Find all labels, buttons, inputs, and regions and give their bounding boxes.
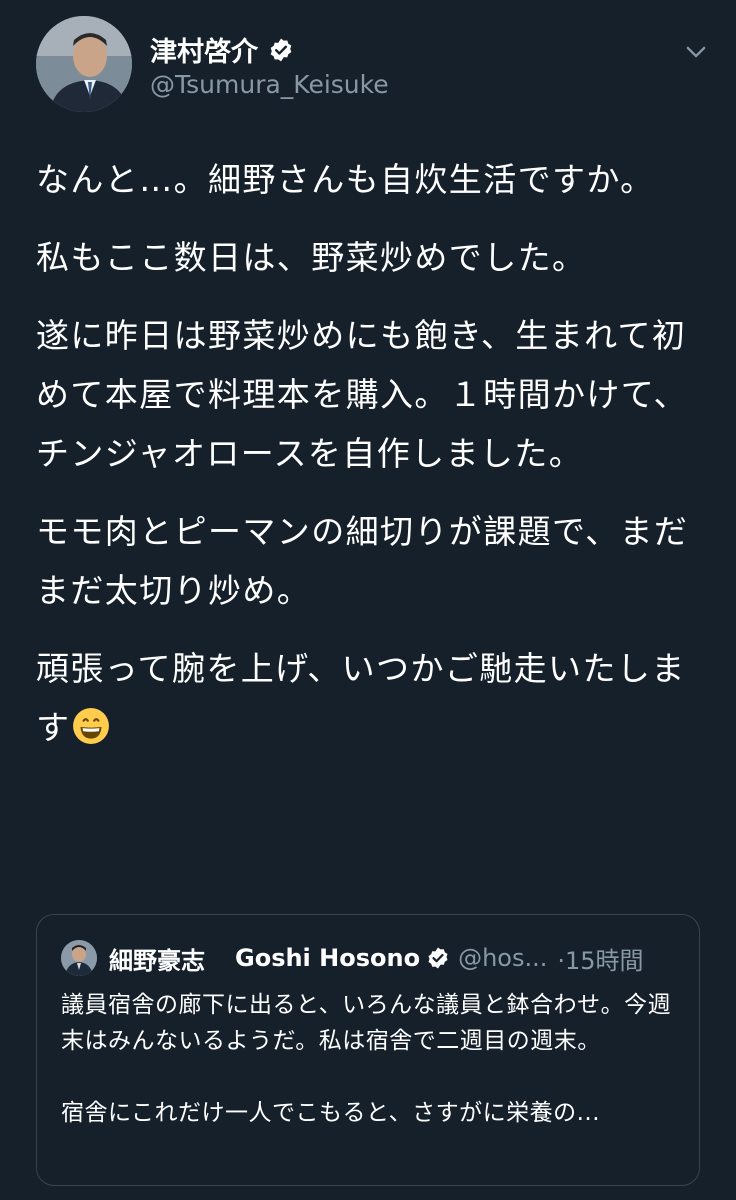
quoted-text: 議員宿舎の廊下に出ると、いろんな議員と鉢合わせ。今週末はみんないるようだ。私は宿… bbox=[61, 987, 681, 1131]
quoted-header: 細野豪志 Goshi Hosono @hos... ·15時間 bbox=[61, 939, 644, 977]
quoted-tweet[interactable]: 細野豪志 Goshi Hosono @hos... ·15時間 議員宿舎の廊下に… bbox=[36, 914, 700, 1186]
tweet-paragraph: 私もここ数日は、野菜炒めでした。 bbox=[36, 238, 587, 277]
grinning-face-icon bbox=[73, 708, 110, 744]
quoted-timestamp: ·15時間 bbox=[557, 946, 644, 975]
tweet-text: なんと…。細野さんも自炊生活ですか。 私もここ数日は、野菜炒めでした。 遂に昨日… bbox=[36, 150, 706, 776]
tweet-paragraph-last: 頑張って腕を上げ、いつかご馳走いたします bbox=[36, 639, 706, 757]
author-handle[interactable]: @Tsumura_Keisuke bbox=[150, 70, 389, 99]
quoted-handle: @hos... bbox=[458, 944, 548, 972]
quoted-name-english: Goshi Hosono bbox=[235, 944, 421, 972]
verified-badge-icon bbox=[428, 947, 448, 969]
tweet-paragraph: 遂に昨日は野菜炒めにも飽き、生まれて初めて本屋で料理本を購入。１時間かけて、チン… bbox=[36, 316, 688, 473]
quoted-avatar bbox=[61, 940, 97, 976]
verified-badge-icon bbox=[270, 38, 292, 61]
author-avatar[interactable] bbox=[36, 16, 132, 112]
tweet-paragraph: モモ肉とピーマンの細切りが課題で、まだまだ太切り炒め。 bbox=[36, 512, 689, 610]
author-name[interactable]: 津村啓介 bbox=[150, 30, 258, 69]
tweet-header: 津村啓介 @Tsumura_Keisuke bbox=[36, 16, 716, 116]
tweet-paragraph-text: 頑張って腕を上げ、いつかご馳走いたします bbox=[36, 649, 686, 747]
quoted-name-japanese: 細野豪志 bbox=[109, 946, 205, 975]
quoted-paragraph-truncated: 宿舎にこれだけ一人でこもると、さすがに栄養の... bbox=[61, 1100, 601, 1126]
chevron-down-icon[interactable] bbox=[682, 38, 710, 66]
tweet-paragraph: なんと…。細野さんも自炊生活ですか。 bbox=[36, 160, 655, 199]
quoted-paragraph: 議員宿舎の廊下に出ると、いろんな議員と鉢合わせ。今週末はみんないるようだ。私は宿… bbox=[61, 992, 672, 1054]
